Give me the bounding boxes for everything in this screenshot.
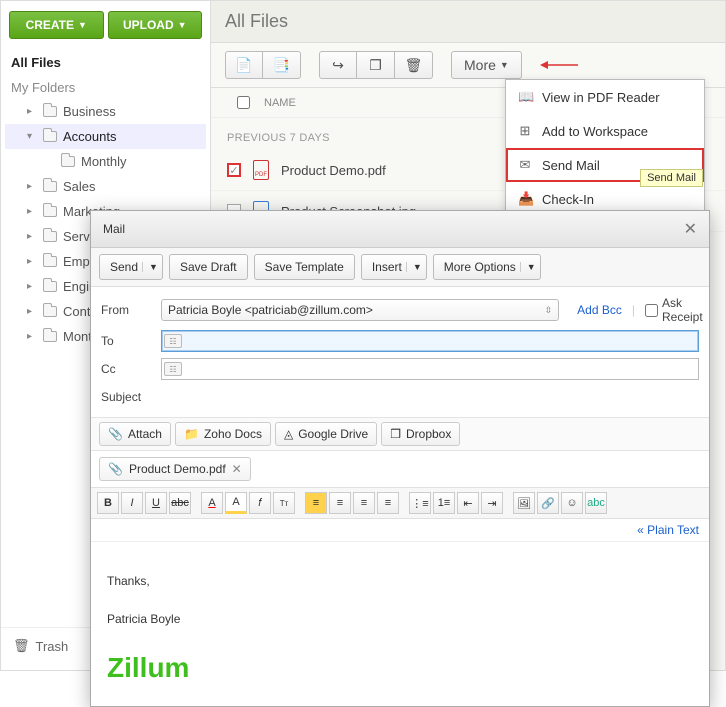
- create-button[interactable]: CREATE▼: [9, 11, 104, 39]
- pdf-icon: [253, 160, 269, 180]
- plain-text-toggle[interactable]: « Plain Text: [637, 523, 699, 537]
- cc-label: Cc: [101, 362, 155, 376]
- subject-label: Subject: [101, 390, 155, 404]
- folder-icon: [43, 206, 57, 217]
- folder-monthly[interactable]: Monthly: [5, 149, 206, 174]
- folder-icon: [43, 106, 57, 117]
- sidebar-all-files[interactable]: All Files: [1, 43, 210, 76]
- sidebar-my-folders: My Folders: [1, 76, 210, 99]
- list-number-button[interactable]: 1≡: [433, 492, 455, 514]
- bg-color-button[interactable]: A: [225, 492, 247, 514]
- checkin-icon: 📥: [518, 191, 532, 207]
- contact-icon: ☷: [164, 334, 182, 348]
- emoji-button[interactable]: ☺: [561, 492, 583, 514]
- insert-button[interactable]: Insert▼: [361, 254, 427, 280]
- insert-image-button[interactable]: 🖼: [513, 492, 535, 514]
- dialog-title: Mail: [103, 222, 125, 236]
- insert-link-button[interactable]: 🔗: [537, 492, 559, 514]
- folder-icon: [43, 231, 57, 242]
- paperclip-icon: 📎: [108, 462, 123, 476]
- close-button[interactable]: ✕: [684, 219, 697, 239]
- from-select[interactable]: Patricia Boyle <patriciab@zillum.com>⇳: [161, 299, 559, 321]
- body-name: Patricia Boyle: [107, 610, 693, 629]
- folder-icon: [43, 281, 57, 292]
- folder-accounts[interactable]: ▾Accounts: [5, 124, 206, 149]
- bold-button[interactable]: B: [97, 492, 119, 514]
- outdent-button[interactable]: ⇤: [457, 492, 479, 514]
- toolbar-new-doc[interactable]: 📄: [225, 51, 263, 79]
- spellcheck-button[interactable]: abc: [585, 492, 607, 514]
- subject-input[interactable]: [161, 386, 699, 408]
- font-color-button[interactable]: A: [201, 492, 223, 514]
- folder-icon: [43, 181, 57, 192]
- folder-icon: [43, 306, 57, 317]
- add-bcc-link[interactable]: Add Bcc: [577, 303, 622, 317]
- align-right-button[interactable]: ≡: [353, 492, 375, 514]
- align-left-button[interactable]: ≡: [305, 492, 327, 514]
- folder-sales[interactable]: ▸Sales: [5, 174, 206, 199]
- underline-button[interactable]: U: [145, 492, 167, 514]
- tooltip: Send Mail: [640, 169, 703, 187]
- dropbox-button[interactable]: ❒Dropbox: [381, 422, 460, 446]
- trash-icon: 🗑: [13, 638, 30, 654]
- folder-icon: [43, 256, 57, 267]
- indent-button[interactable]: ⇥: [481, 492, 503, 514]
- more-options-button[interactable]: More Options▼: [433, 254, 541, 280]
- page-title: All Files: [211, 1, 725, 43]
- cc-input[interactable]: ☷: [161, 358, 699, 380]
- toolbar-delete[interactable]: 🗑: [395, 51, 433, 79]
- mail-body[interactable]: Thanks, Patricia Boyle Zillum: [91, 542, 709, 706]
- to-input[interactable]: ☷: [161, 330, 699, 352]
- rte-toolbar: B I U abc A A 𝑓 Tᴛ ≡ ≡ ≡ ≡ ⋮≡ 1≡ ⇤ ⇥ 🖼 🔗…: [91, 487, 709, 519]
- send-button[interactable]: Send▼: [99, 254, 163, 280]
- body-brand: Zillum: [107, 646, 693, 691]
- menu-view-pdf[interactable]: 📖View in PDF Reader: [506, 80, 704, 114]
- align-center-button[interactable]: ≡: [329, 492, 351, 514]
- toolbar-copy[interactable]: ❐: [357, 51, 395, 79]
- name-column: NAME: [264, 97, 296, 109]
- more-dropdown: 📖View in PDF Reader ⊞Add to Workspace ✉ S…: [505, 79, 705, 217]
- attachment-chip: 📎 Product Demo.pdf ✕: [99, 457, 251, 481]
- menu-add-workspace[interactable]: ⊞Add to Workspace: [506, 114, 704, 148]
- row-checkbox[interactable]: ✓: [227, 163, 241, 177]
- drive-icon: ◬: [284, 427, 293, 441]
- from-label: From: [101, 303, 155, 317]
- dropbox-icon: ❒: [390, 427, 401, 441]
- folder-icon: [61, 156, 75, 167]
- toolbar-more[interactable]: More▼: [451, 51, 522, 79]
- align-justify-button[interactable]: ≡: [377, 492, 399, 514]
- select-all-checkbox[interactable]: [237, 96, 250, 109]
- strike-button[interactable]: abc: [169, 492, 191, 514]
- font-size-button[interactable]: Tᴛ: [273, 492, 295, 514]
- workspace-icon: ⊞: [518, 123, 532, 139]
- list-bullet-button[interactable]: ⋮≡: [409, 492, 431, 514]
- toolbar-new-sheet[interactable]: 📑: [263, 51, 301, 79]
- ask-receipt-checkbox[interactable]: [645, 304, 658, 317]
- upload-button[interactable]: UPLOAD▼: [108, 11, 203, 39]
- file-name: Product Demo.pdf: [281, 163, 386, 178]
- zoho-docs-button[interactable]: 📁Zoho Docs: [175, 422, 271, 446]
- remove-attachment[interactable]: ✕: [232, 462, 242, 476]
- folder-icon: [43, 331, 57, 342]
- toolbar-share[interactable]: ↪: [319, 51, 357, 79]
- save-draft-button[interactable]: Save Draft: [169, 254, 248, 280]
- google-drive-button[interactable]: ◬Google Drive: [275, 422, 377, 446]
- folder-business[interactable]: ▸Business: [5, 99, 206, 124]
- mail-icon: ✉: [518, 157, 532, 173]
- folder-icon: [43, 131, 57, 142]
- font-family-button[interactable]: 𝑓: [249, 492, 271, 514]
- to-label: To: [101, 334, 155, 348]
- italic-button[interactable]: I: [121, 492, 143, 514]
- body-thanks: Thanks,: [107, 572, 693, 591]
- save-template-button[interactable]: Save Template: [254, 254, 355, 280]
- ask-receipt-label[interactable]: Ask Receipt: [645, 296, 699, 324]
- mail-dialog: Mail ✕ Send▼ Save Draft Save Template In…: [90, 210, 710, 707]
- paperclip-icon: 📎: [108, 427, 123, 441]
- pdf-reader-icon: 📖: [518, 89, 532, 105]
- docs-icon: 📁: [184, 427, 199, 441]
- attach-button[interactable]: 📎Attach: [99, 422, 171, 446]
- contact-icon: ☷: [164, 362, 182, 376]
